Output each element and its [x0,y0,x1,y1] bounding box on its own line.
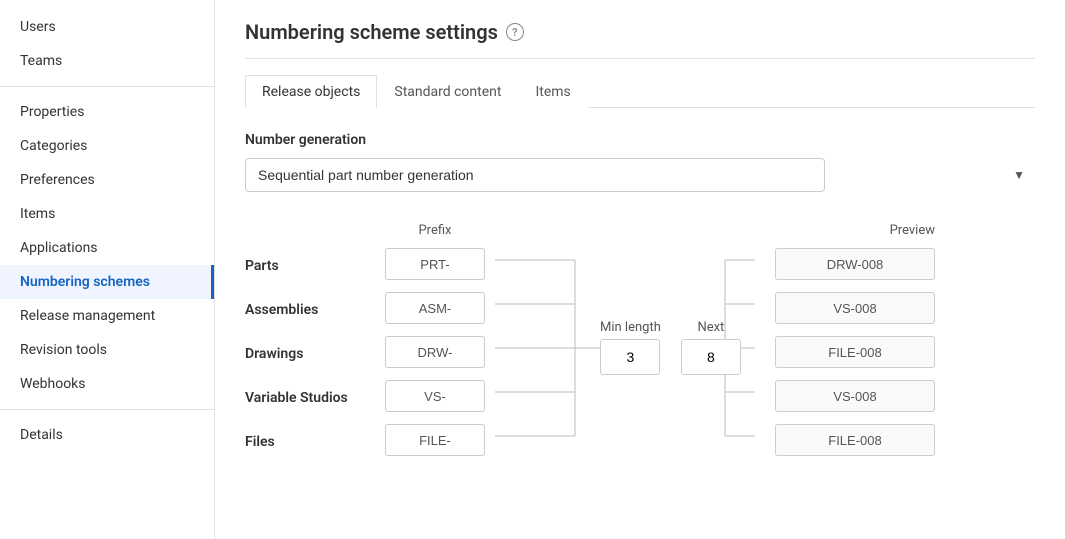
tab-items[interactable]: Items [518,75,587,108]
sidebar-item-items[interactable]: Items [0,197,214,231]
labels-column: Parts Assemblies Drawings Variable Studi… [245,216,375,464]
sidebar-item-preferences[interactable]: Preferences [0,163,214,197]
sidebar-divider-2 [0,409,214,410]
sidebar-item-properties[interactable]: Properties [0,95,214,129]
sidebar-divider-1 [0,86,214,87]
page-title: Numbering scheme settings ? [245,20,1035,59]
sidebar-item-applications[interactable]: Applications [0,231,214,265]
connector-area: Min length Next [495,244,755,524]
prefix-input-assemblies[interactable] [385,292,485,324]
help-icon[interactable]: ? [506,23,524,41]
label-assemblies: Assemblies [245,288,375,332]
preview-header: Preview [890,216,935,244]
label-header-spacer [245,216,375,244]
select-arrow-icon: ▼ [1013,168,1025,182]
next-input[interactable] [681,339,741,375]
sidebar-item-webhooks[interactable]: Webhooks [0,367,214,401]
label-files: Files [245,420,375,464]
min-length-label: Min length [600,320,661,335]
tab-release-objects[interactable]: Release objects [245,75,377,108]
label-variable-studios: Variable Studios [245,376,375,420]
min-length-group: Min length [600,320,661,375]
sidebar-item-revision-tools[interactable]: Revision tools [0,333,214,367]
label-drawings: Drawings [245,332,375,376]
prefix-input-files[interactable] [385,424,485,456]
label-parts: Parts [245,244,375,288]
prefix-input-drawings[interactable] [385,336,485,368]
sidebar: Users Teams Properties Categories Prefer… [0,0,215,539]
next-group: Next [681,320,741,375]
prefix-header: Prefix [418,216,451,244]
scheme-layout: Parts Assemblies Drawings Variable Studi… [245,216,1035,524]
preview-assemblies [775,292,935,324]
connector-svg [495,244,755,524]
sidebar-item-users[interactable]: Users [0,10,214,44]
sidebar-item-teams[interactable]: Teams [0,44,214,78]
preview-drawings [775,336,935,368]
preview-column: Preview [755,216,935,468]
tabs-bar: Release objects Standard content Items [245,75,1035,108]
sidebar-item-categories[interactable]: Categories [0,129,214,163]
sidebar-item-numbering-schemes[interactable]: Numbering schemes [0,265,214,299]
sidebar-item-details[interactable]: Details [0,418,214,452]
number-generation-select-wrapper: Sequential part number generationCustom … [245,158,1035,192]
number-generation-label: Number generation [245,132,1035,148]
min-length-input[interactable] [600,339,660,375]
next-label: Next [697,320,724,335]
prefix-input-variable-studios[interactable] [385,380,485,412]
preview-variable-studios [775,380,935,412]
preview-parts [775,248,935,280]
prefix-input-parts[interactable] [385,248,485,280]
preview-files [775,424,935,456]
number-generation-select[interactable]: Sequential part number generationCustom … [245,158,825,192]
prefix-column: Prefix [375,216,495,468]
main-content: Numbering scheme settings ? Release obje… [215,0,1065,539]
sidebar-item-release-management[interactable]: Release management [0,299,214,333]
tab-standard-content[interactable]: Standard content [377,75,518,108]
center-inputs: Min length Next [600,320,741,375]
